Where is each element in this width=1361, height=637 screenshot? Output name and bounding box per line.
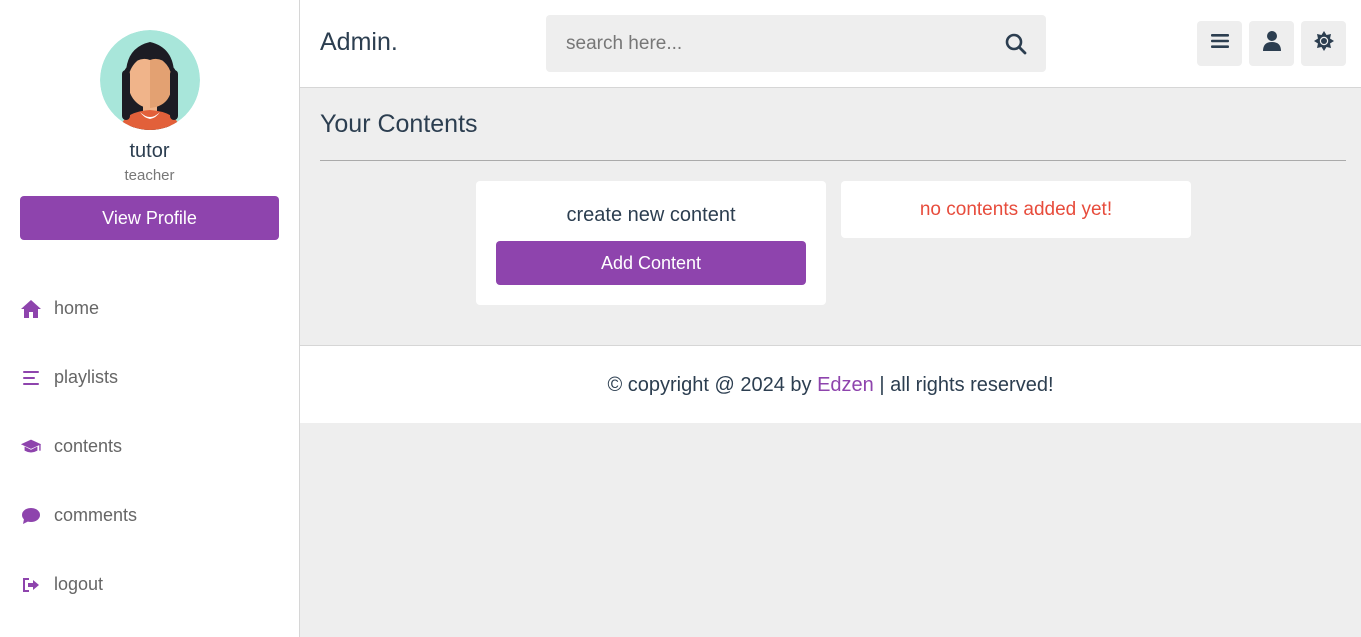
user-icon xyxy=(1262,30,1282,57)
user-button[interactable] xyxy=(1249,21,1294,66)
page-title: Your Contents xyxy=(320,110,478,138)
search-input[interactable] xyxy=(546,15,986,72)
comment-icon xyxy=(20,505,42,527)
footer: © copyright @ 2024 by Edzen | all rights… xyxy=(300,345,1361,423)
profile-name: tutor xyxy=(129,140,170,162)
sidebar-item-comments[interactable]: comments xyxy=(0,481,300,550)
sidebar-item-label: home xyxy=(54,298,100,318)
empty-contents-card: no contents added yet! xyxy=(841,181,1191,238)
view-profile-button[interactable]: View Profile xyxy=(20,196,279,240)
create-content-card: create new content Add Content xyxy=(476,181,826,305)
header-actions xyxy=(1190,21,1346,66)
sidebar-item-contents[interactable]: contents xyxy=(0,412,300,481)
theme-toggle-button[interactable] xyxy=(1301,21,1346,66)
graduation-cap-icon xyxy=(20,436,42,458)
list-icon xyxy=(20,367,42,389)
sun-icon xyxy=(1313,30,1335,57)
add-content-button[interactable]: Add Content xyxy=(496,241,806,285)
profile-role: teacher xyxy=(124,167,175,184)
sidebar-item-label: playlists xyxy=(54,367,119,387)
logout-icon xyxy=(20,574,42,596)
sidebar-nav: home playlists contents comments logout xyxy=(0,274,300,619)
app-logo[interactable]: Admin. xyxy=(320,28,398,57)
sidebar: tutor teacher View Profile home playlist… xyxy=(0,0,300,637)
avatar xyxy=(99,30,200,130)
menu-icon xyxy=(1210,32,1230,55)
sidebar-item-label: comments xyxy=(54,505,138,525)
sidebar-item-logout[interactable]: logout xyxy=(0,550,300,619)
create-content-title: create new content xyxy=(566,204,736,226)
heading-divider xyxy=(320,160,1346,161)
main-content: Your Contents create new content Add Con… xyxy=(300,88,1361,345)
sidebar-item-home[interactable]: home xyxy=(0,274,300,343)
footer-suffix: | all rights reserved! xyxy=(873,374,1054,396)
sidebar-item-label: logout xyxy=(54,574,104,594)
empty-message: no contents added yet! xyxy=(919,199,1113,220)
home-icon xyxy=(20,298,42,320)
search-form xyxy=(546,15,1046,72)
sidebar-item-label: contents xyxy=(54,436,123,456)
footer-prefix: © copyright @ 2024 by xyxy=(607,374,818,396)
top-header: Admin. xyxy=(300,0,1361,88)
search-icon[interactable] xyxy=(986,15,1046,72)
sidebar-item-playlists[interactable]: playlists xyxy=(0,343,300,412)
profile-card: tutor teacher View Profile xyxy=(0,0,299,240)
menu-button[interactable] xyxy=(1197,21,1242,66)
footer-brand-link[interactable]: Edzen xyxy=(817,374,874,396)
